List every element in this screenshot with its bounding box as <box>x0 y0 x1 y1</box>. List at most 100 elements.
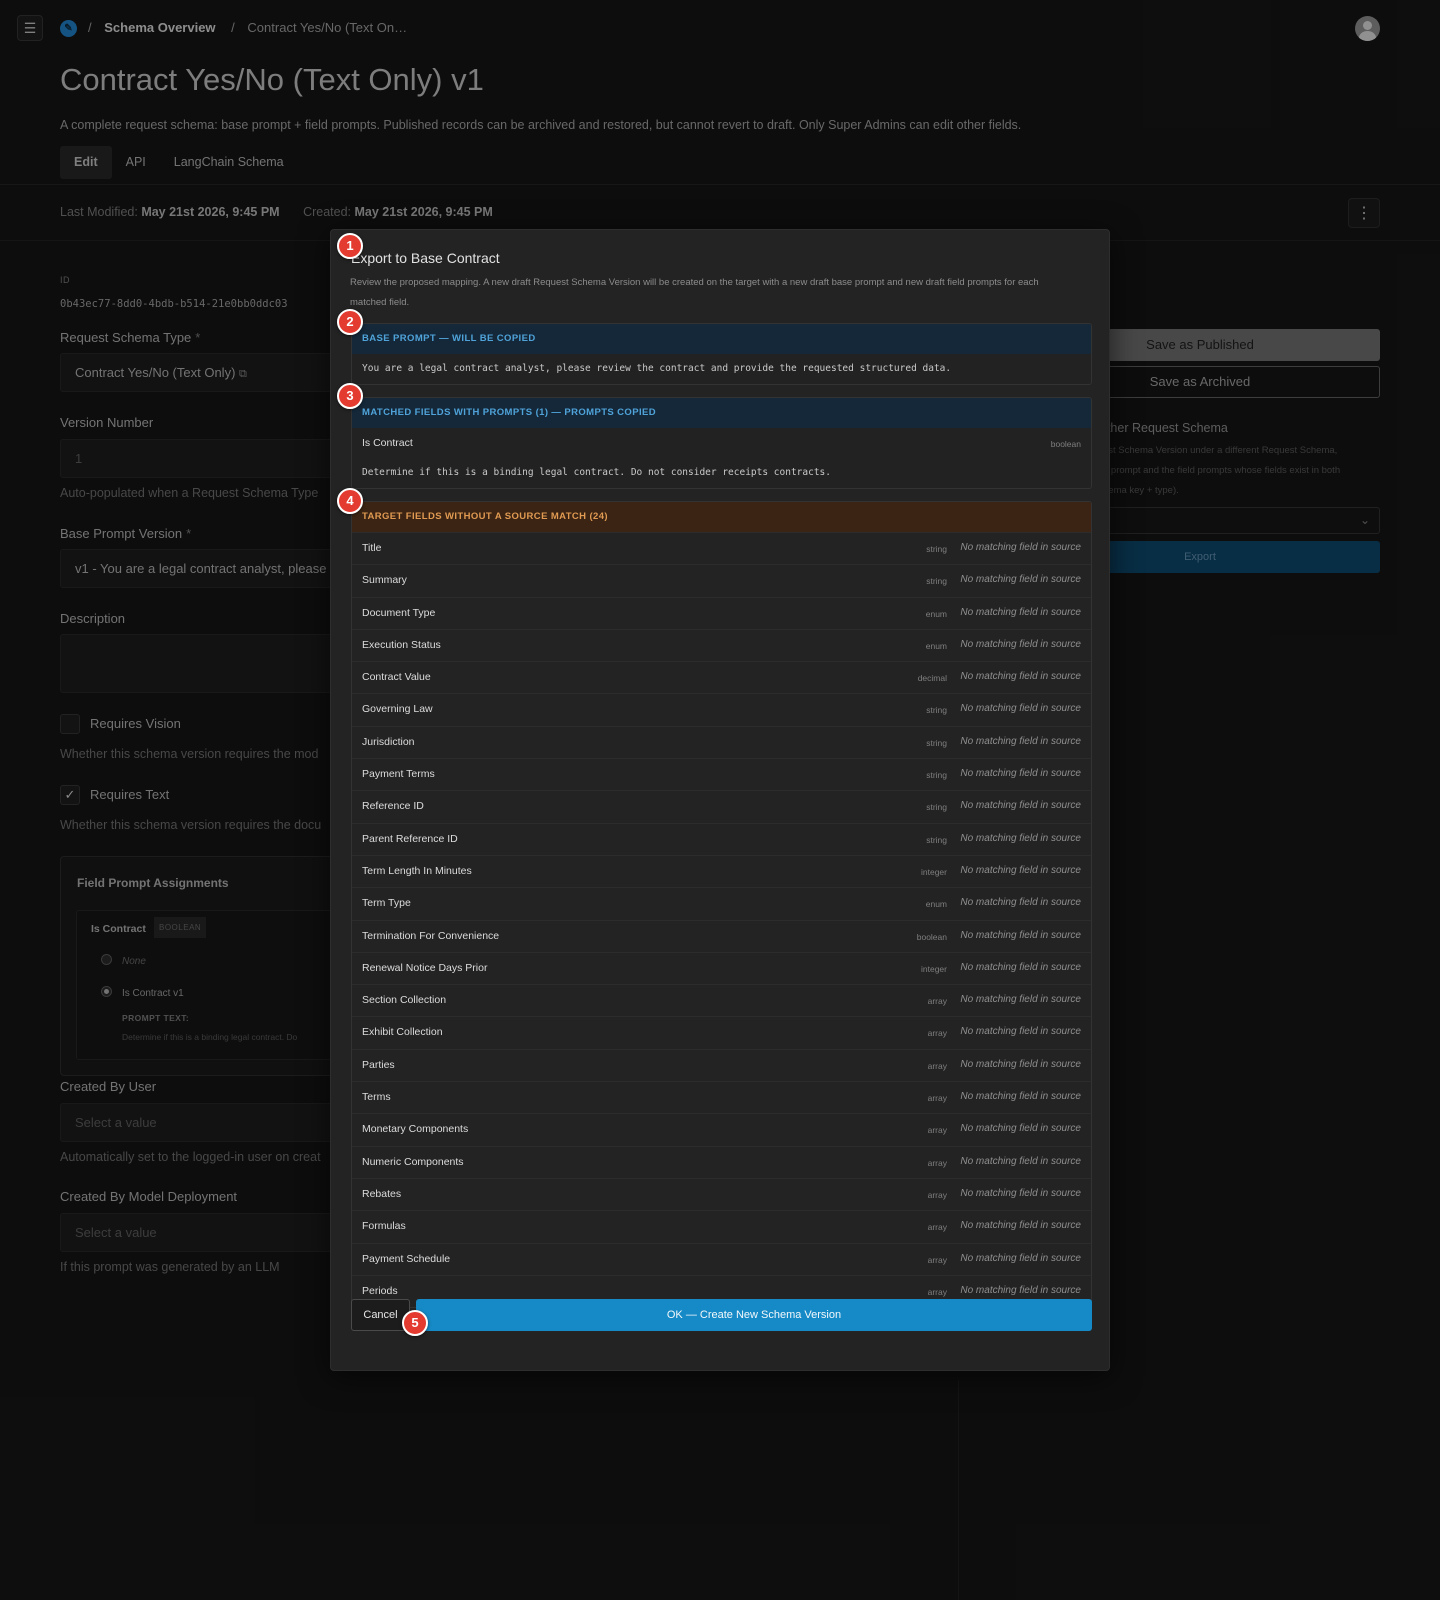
field-type: array <box>927 1093 947 1104</box>
field-name: Exhibit Collection <box>362 1026 443 1039</box>
match-status: No matching field in source <box>960 1026 1081 1038</box>
step-marker-5: 5 <box>402 1310 428 1336</box>
match-status: No matching field in source <box>960 897 1081 909</box>
unmatched-field-row: Governing Law string No matching field in … <box>352 693 1091 726</box>
field-name: Reference ID <box>362 800 424 813</box>
field-type: enum <box>925 899 947 910</box>
matched-field-name: Is Contract <box>362 437 413 449</box>
unmatched-field-row: Execution Status enum No matching field in… <box>352 628 1091 662</box>
field-name: Monetary Components <box>362 1123 469 1136</box>
unmatched-field-row: Summary string No matching field in source <box>352 564 1091 597</box>
field-type: array <box>927 1222 947 1233</box>
match-status: No matching field in source <box>960 832 1081 844</box>
match-status: No matching field in source <box>960 1155 1081 1167</box>
match-status: No matching field in source <box>960 1187 1081 1199</box>
match-status: No matching field in source <box>960 703 1081 715</box>
field-name: Payment Terms <box>362 768 435 781</box>
match-status: No matching field in source <box>960 961 1081 973</box>
field-type: string <box>926 770 947 781</box>
field-type: array <box>927 1060 947 1071</box>
unmatched-field-row: Payment Schedule array No matching field i… <box>352 1242 1091 1275</box>
match-status: No matching field in source <box>960 800 1081 812</box>
match-status: No matching field in source <box>960 735 1081 747</box>
unmatched-field-row: Termination For Convenience boolean No mat… <box>352 919 1091 952</box>
field-name: Term Length In Minutes <box>362 864 472 877</box>
field-type: string <box>926 705 947 716</box>
field-type: array <box>927 1157 947 1168</box>
field-type: string <box>926 737 947 748</box>
field-name: Document Type <box>362 606 436 619</box>
field-name: Periods <box>362 1284 398 1297</box>
unmatched-field-row: Terms array No matching field in source <box>352 1081 1091 1114</box>
match-status: No matching field in source <box>960 1058 1081 1070</box>
matched-fields-header: MATCHED FIELDS WITH PROMPTS (1) — PROMPT… <box>352 398 1091 428</box>
match-status: No matching field in source <box>960 1284 1081 1296</box>
field-name: Governing Law <box>362 703 433 716</box>
field-name: Formulas <box>362 1220 406 1233</box>
match-status: No matching field in source <box>960 1252 1081 1264</box>
match-status: No matching field in source <box>960 542 1081 553</box>
field-name: Title <box>362 542 382 554</box>
unmatched-field-row: Payment Terms string No matching field in … <box>352 758 1091 791</box>
step-marker-1: 1 <box>337 233 363 259</box>
match-status: No matching field in source <box>960 768 1081 780</box>
unmatched-field-row: Reference ID string No matching field in s… <box>352 790 1091 823</box>
match-status: No matching field in source <box>960 1220 1081 1232</box>
field-name: Termination For Convenience <box>362 929 500 942</box>
matched-fields-section: MATCHED FIELDS WITH PROMPTS (1) — PROMPT… <box>351 397 1092 489</box>
unmatched-field-row: Parent Reference ID string No matching fie… <box>352 822 1091 855</box>
field-type: array <box>927 1189 947 1200</box>
unmatched-field-row: Formulas array No matching field in source <box>352 1210 1091 1243</box>
field-name: Numeric Components <box>362 1155 464 1168</box>
field-type: string <box>926 834 947 845</box>
field-type: decimal <box>917 673 947 684</box>
unmatched-field-row: Jurisdiction string No matching field in s… <box>352 725 1091 759</box>
unmatched-field-row: Section Collection array No matching field… <box>352 984 1091 1017</box>
step-marker-3: 3 <box>337 383 363 409</box>
base-prompt-header: BASE PROMPT — WILL BE COPIED <box>352 324 1091 354</box>
field-name: Parties <box>362 1058 395 1071</box>
unmatched-field-row: Title string No matching field in source <box>352 532 1091 565</box>
field-name: Renewal Notice Days Prior <box>362 961 488 974</box>
field-name: Parent Reference ID <box>362 832 458 845</box>
match-status: No matching field in source <box>960 1091 1081 1103</box>
field-name: Term Type <box>362 897 411 910</box>
field-type: boolean <box>916 931 947 942</box>
export-modal: Export to Base Contract Review the propo… <box>330 229 1110 1371</box>
field-name: Contract Value <box>362 671 431 684</box>
unmatched-field-row: Parties array No matching field in source <box>352 1048 1091 1082</box>
match-status: No matching field in source <box>960 864 1081 876</box>
modal-description: Review the proposed mapping. A new draft… <box>350 277 1039 308</box>
field-type: array <box>927 1125 947 1136</box>
field-type: string <box>926 544 947 554</box>
match-status: No matching field in source <box>960 606 1081 618</box>
match-status: No matching field in source <box>960 638 1081 650</box>
field-type: array <box>927 1254 947 1265</box>
step-marker-2: 2 <box>337 309 363 335</box>
unmatched-field-row: Numeric Components array No matching field… <box>352 1145 1091 1178</box>
field-name: Terms <box>362 1091 391 1104</box>
ok-create-schema-version-button[interactable]: OK — Create New Schema Version <box>416 1299 1092 1331</box>
field-type: string <box>926 802 947 813</box>
unmatched-field-row: Document Type enum No matching field in so… <box>352 596 1091 629</box>
field-name: Payment Schedule <box>362 1252 451 1265</box>
matched-field-type: boolean <box>1050 439 1081 449</box>
unmatched-field-row: Monetary Components array No matching fiel… <box>352 1113 1091 1146</box>
step-marker-4: 4 <box>337 488 363 514</box>
match-status: No matching field in source <box>960 1123 1081 1135</box>
unmatched-field-row: Term Type enum No matching field in source <box>352 887 1091 920</box>
field-type: array <box>927 1286 947 1297</box>
field-type: enum <box>925 608 947 619</box>
field-type: array <box>927 1028 947 1039</box>
field-type: string <box>926 576 947 587</box>
field-name: Summary <box>362 574 407 587</box>
match-status: No matching field in source <box>960 929 1081 941</box>
field-name: Jurisdiction <box>362 735 415 748</box>
field-type: array <box>927 996 947 1007</box>
cancel-button[interactable]: Cancel <box>351 1299 410 1331</box>
unmatched-field-row: Term Length In Minutes integer No matching… <box>352 854 1091 888</box>
field-type: enum <box>925 640 947 651</box>
modal-title: Export to Base Contract <box>351 250 500 266</box>
field-type: integer <box>921 866 947 877</box>
unmatched-fields-section: TARGET FIELDS WITHOUT A SOURCE MATCH (24… <box>351 501 1092 1309</box>
